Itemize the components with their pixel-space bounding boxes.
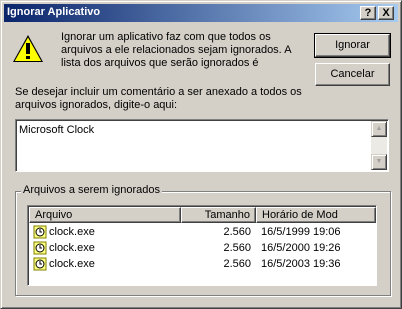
file-size: 2.560 (223, 226, 251, 238)
clock-file-icon (33, 225, 47, 239)
ignore-button[interactable]: Ignorar (314, 33, 391, 58)
file-name: clock.exe (49, 226, 95, 238)
list-header: Arquivo Tamanho Horário de Mod (29, 207, 376, 223)
help-button[interactable]: ? (360, 6, 376, 20)
scroll-up-button[interactable]: ▲ (371, 121, 387, 137)
column-header-size[interactable]: Tamanho (181, 207, 256, 223)
file-modified: 16/5/2000 19:26 (261, 242, 341, 254)
file-modified: 16/5/2003 19:36 (261, 258, 341, 270)
file-size: 2.560 (223, 258, 251, 270)
warning-icon (13, 35, 43, 62)
files-list[interactable]: Arquivo Tamanho Horário de Mod clock.exe… (27, 205, 377, 286)
cancel-button[interactable]: Cancelar (315, 63, 390, 86)
clock-file-icon (33, 257, 47, 271)
list-item[interactable]: clock.exe 2.560 16/5/1999 19:06 (29, 224, 376, 240)
clock-file-icon (33, 241, 47, 255)
comment-scrollbar[interactable]: ▲ ▼ (371, 121, 387, 170)
column-header-modified[interactable]: Horário de Mod (256, 207, 376, 223)
list-item[interactable]: clock.exe 2.560 16/5/2003 19:36 (29, 256, 376, 272)
title-bar[interactable]: Ignorar Aplicativo ? X (4, 4, 398, 22)
comment-text: Microsoft Clock (19, 124, 95, 136)
dialog-window: Ignorar Aplicativo ? X Ignorar um aplica… (0, 0, 402, 309)
scroll-down-button[interactable]: ▼ (371, 154, 387, 170)
list-item[interactable]: clock.exe 2.560 16/5/2000 19:26 (29, 240, 376, 256)
close-button[interactable]: X (378, 6, 394, 20)
comment-textarea[interactable]: Microsoft Clock ▲ ▼ (15, 119, 389, 172)
file-name: clock.exe (49, 242, 95, 254)
warning-message: Ignorar um aplicativo faz com que todos … (61, 31, 291, 69)
comment-label: Se desejar incluir um comentário a ser a… (15, 86, 302, 111)
file-modified: 16/5/1999 19:06 (261, 226, 341, 238)
column-header-file[interactable]: Arquivo (29, 207, 181, 223)
window-title: Ignorar Aplicativo (7, 6, 101, 18)
file-size: 2.560 (223, 242, 251, 254)
files-group-label: Arquivos a serem ignorados (21, 184, 162, 197)
file-name: clock.exe (49, 258, 95, 270)
